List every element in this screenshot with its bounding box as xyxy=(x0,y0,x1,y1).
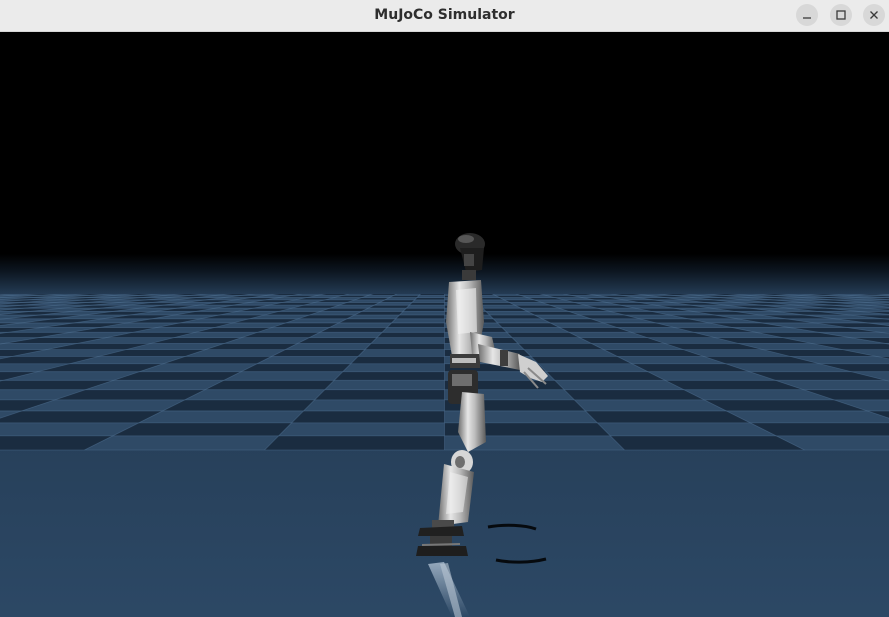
floor-tile xyxy=(406,305,445,309)
floor-tile xyxy=(257,356,359,364)
floor-tile xyxy=(314,389,445,400)
floor-tile xyxy=(285,343,372,350)
floor-tile xyxy=(324,380,445,390)
close-button[interactable] xyxy=(863,4,885,26)
floor-tile xyxy=(489,314,543,319)
floor-tile xyxy=(368,305,410,309)
floor-tile xyxy=(371,337,445,344)
maximize-button[interactable] xyxy=(830,4,852,26)
floor-tile xyxy=(493,318,551,323)
floor-tile xyxy=(376,332,445,338)
floor-tile xyxy=(409,302,445,306)
floor-tile xyxy=(517,343,604,350)
floor-tile xyxy=(538,363,648,372)
floor-tile xyxy=(524,349,618,357)
minimize-icon xyxy=(803,17,811,19)
floor-tile xyxy=(241,363,351,372)
floor-tile xyxy=(350,356,445,364)
floor-tile xyxy=(597,422,777,436)
floor-tile xyxy=(395,314,445,319)
floor-tile xyxy=(530,356,632,364)
floor-tile xyxy=(546,371,666,381)
floor-tile xyxy=(342,363,445,372)
floor-tile xyxy=(501,327,570,333)
floor-tile xyxy=(112,422,292,436)
maximize-icon xyxy=(836,10,846,20)
floor-tile xyxy=(138,410,304,423)
floor-tile xyxy=(338,318,396,323)
floor-tile xyxy=(403,308,445,312)
floor-tile xyxy=(382,327,445,333)
floor-tile xyxy=(309,332,383,338)
close-icon xyxy=(870,11,878,19)
floor-tile xyxy=(574,399,727,411)
floor-tile xyxy=(358,349,445,357)
floor-tile xyxy=(303,399,445,411)
floor-tile xyxy=(346,314,400,319)
floor-tile xyxy=(291,410,445,423)
floor-tile xyxy=(264,435,445,450)
floor-tile xyxy=(387,322,445,328)
floor-tile xyxy=(184,389,325,400)
horizon-haze xyxy=(0,254,889,294)
floor-tile xyxy=(585,410,751,423)
floor-tile xyxy=(399,311,445,315)
floor-tile xyxy=(564,389,705,400)
floor-tile xyxy=(485,311,535,315)
floor-tile xyxy=(271,349,365,357)
floor-tile xyxy=(391,318,445,323)
floor-tile xyxy=(726,410,889,423)
floor-tile xyxy=(497,322,560,328)
simulation-viewport[interactable] xyxy=(0,32,889,617)
floor-tile xyxy=(554,380,684,390)
floor-tile xyxy=(329,322,392,328)
floor-tile xyxy=(361,308,407,312)
floor-tile xyxy=(374,302,413,306)
app-window: MuJoCo Simulator xyxy=(0,0,889,617)
floor-tile xyxy=(610,435,805,450)
floor-tile xyxy=(364,343,445,350)
floor-tile xyxy=(223,371,343,381)
floor-tile xyxy=(205,380,335,390)
floor-tile xyxy=(482,308,528,312)
floor-tile xyxy=(319,327,388,333)
floor-tile xyxy=(334,371,445,381)
title-bar[interactable]: MuJoCo Simulator xyxy=(0,0,889,32)
scene-canvas xyxy=(0,32,889,617)
floor-tile xyxy=(297,337,377,344)
minimize-button[interactable] xyxy=(796,4,818,26)
floor-tile xyxy=(354,311,404,315)
window-title: MuJoCo Simulator xyxy=(374,7,515,23)
floor-tile xyxy=(479,305,521,309)
floor-tile xyxy=(0,410,163,423)
floor-tile xyxy=(84,435,279,450)
floor-tile xyxy=(506,332,580,338)
floor-tile xyxy=(278,422,445,436)
floor-tile xyxy=(162,399,315,411)
floor-tile xyxy=(512,337,592,344)
